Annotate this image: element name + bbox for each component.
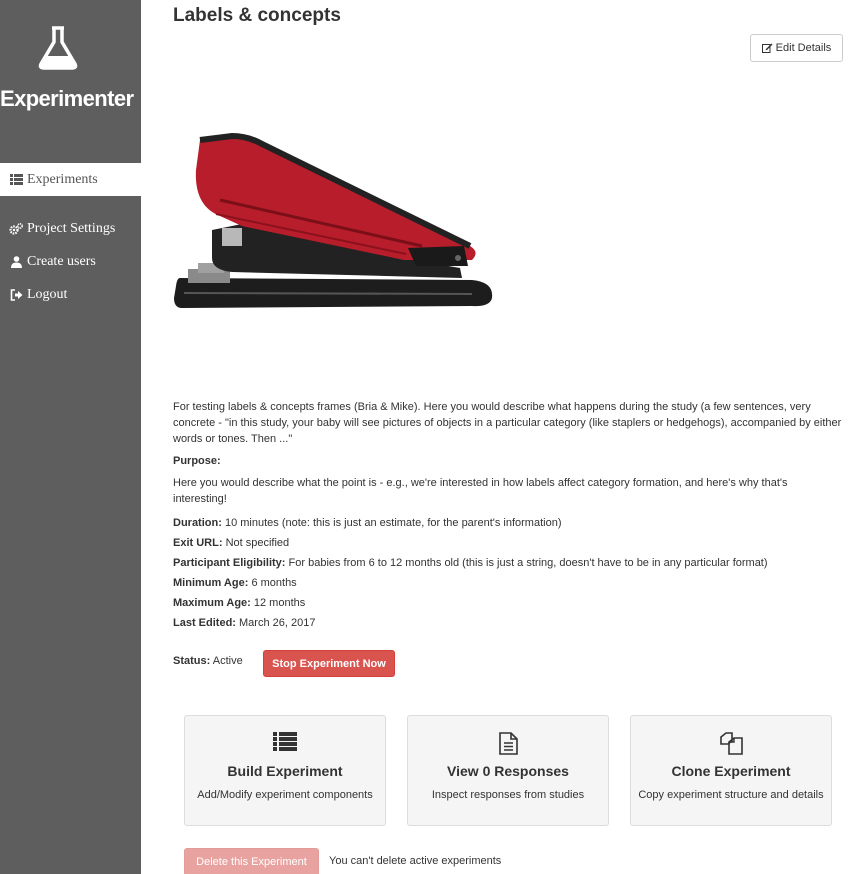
- minimum-age-field: Minimum Age: 6 months: [173, 575, 297, 591]
- view-responses-card[interactable]: View 0 Responses Inspect responses from …: [407, 715, 609, 826]
- field-value: Not specified: [225, 537, 290, 549]
- sidebar-item-experiments[interactable]: Experiments: [0, 163, 141, 196]
- field-value: 6 months: [251, 577, 297, 589]
- sidebar: Experimenter Experiments Project Setting…: [0, 0, 141, 874]
- delete-experiment-button[interactable]: Delete this Experiment: [184, 848, 319, 874]
- sidebar-item-logout[interactable]: Logout: [0, 278, 141, 311]
- list-icon: [9, 174, 23, 186]
- field-label: Last Edited:: [173, 617, 236, 629]
- field-label: Exit URL:: [173, 537, 223, 549]
- last-edited-field: Last Edited: March 26, 2017: [173, 615, 315, 631]
- status-field: Status: Active: [173, 655, 243, 667]
- experiment-image: [174, 132, 493, 308]
- card-title: Clone Experiment: [671, 763, 791, 779]
- file-text-icon: [498, 732, 518, 755]
- status-label: Status:: [173, 655, 211, 667]
- sidebar-item-project-settings[interactable]: Project Settings: [0, 212, 141, 245]
- exit-url-field: Exit URL: Not specified: [173, 535, 289, 551]
- card-title: View 0 Responses: [447, 763, 569, 779]
- purpose-label: Purpose:: [173, 455, 221, 467]
- user-icon: [9, 255, 23, 268]
- gears-icon: [9, 222, 23, 235]
- edit-details-button[interactable]: Edit Details: [750, 34, 843, 62]
- sidebar-item-label: Project Settings: [27, 220, 116, 236]
- sidebar-nav: Experiments Project Settings Create user…: [0, 163, 141, 311]
- purpose-text: Here you would describe what the point i…: [173, 477, 788, 505]
- field-value: For babies from 6 to 12 months old (this…: [288, 557, 768, 569]
- sidebar-item-label: Create users: [27, 253, 96, 269]
- card-subtitle: Copy experiment structure and details: [638, 789, 824, 801]
- delete-note: You can't delete active experiments: [329, 855, 502, 867]
- clone-experiment-card[interactable]: Clone Experiment Copy experiment structu…: [630, 715, 832, 826]
- page-title: Labels & concepts: [173, 5, 341, 26]
- sidebar-item-label: Experiments: [27, 171, 98, 187]
- sign-out-icon: [9, 288, 23, 301]
- field-value: March 26, 2017: [239, 617, 316, 629]
- edit-icon: [761, 43, 773, 53]
- field-label: Duration:: [173, 517, 222, 529]
- files-icon: [719, 732, 743, 755]
- field-value: 10 minutes (note: this is just an estima…: [224, 517, 562, 529]
- build-experiment-card[interactable]: Build Experiment Add/Modify experiment c…: [184, 715, 386, 826]
- flask-icon: [38, 26, 78, 70]
- edit-details-label: Edit Details: [775, 42, 832, 54]
- eligibility-field: Participant Eligibility: For babies from…: [173, 555, 768, 571]
- card-subtitle: Add/Modify experiment components: [197, 789, 373, 801]
- maximum-age-field: Maximum Age: 12 months: [173, 595, 305, 611]
- stop-experiment-button[interactable]: Stop Experiment Now: [263, 650, 395, 677]
- brand-title: Experimenter: [0, 86, 134, 111]
- list-icon: [273, 732, 297, 751]
- sidebar-item-create-users[interactable]: Create users: [0, 245, 141, 278]
- card-title: Build Experiment: [227, 763, 343, 779]
- status-badge: Active: [212, 655, 243, 667]
- card-subtitle: Inspect responses from studies: [431, 789, 585, 801]
- field-value: 12 months: [253, 597, 306, 609]
- field-label: Maximum Age:: [173, 597, 251, 609]
- experiment-description: For testing labels & concepts frames (Br…: [173, 401, 842, 445]
- duration-field: Duration: 10 minutes (note: this is just…: [173, 515, 562, 531]
- field-label: Participant Eligibility:: [173, 557, 286, 569]
- sidebar-item-label: Logout: [27, 286, 68, 302]
- field-label: Minimum Age:: [173, 577, 249, 589]
